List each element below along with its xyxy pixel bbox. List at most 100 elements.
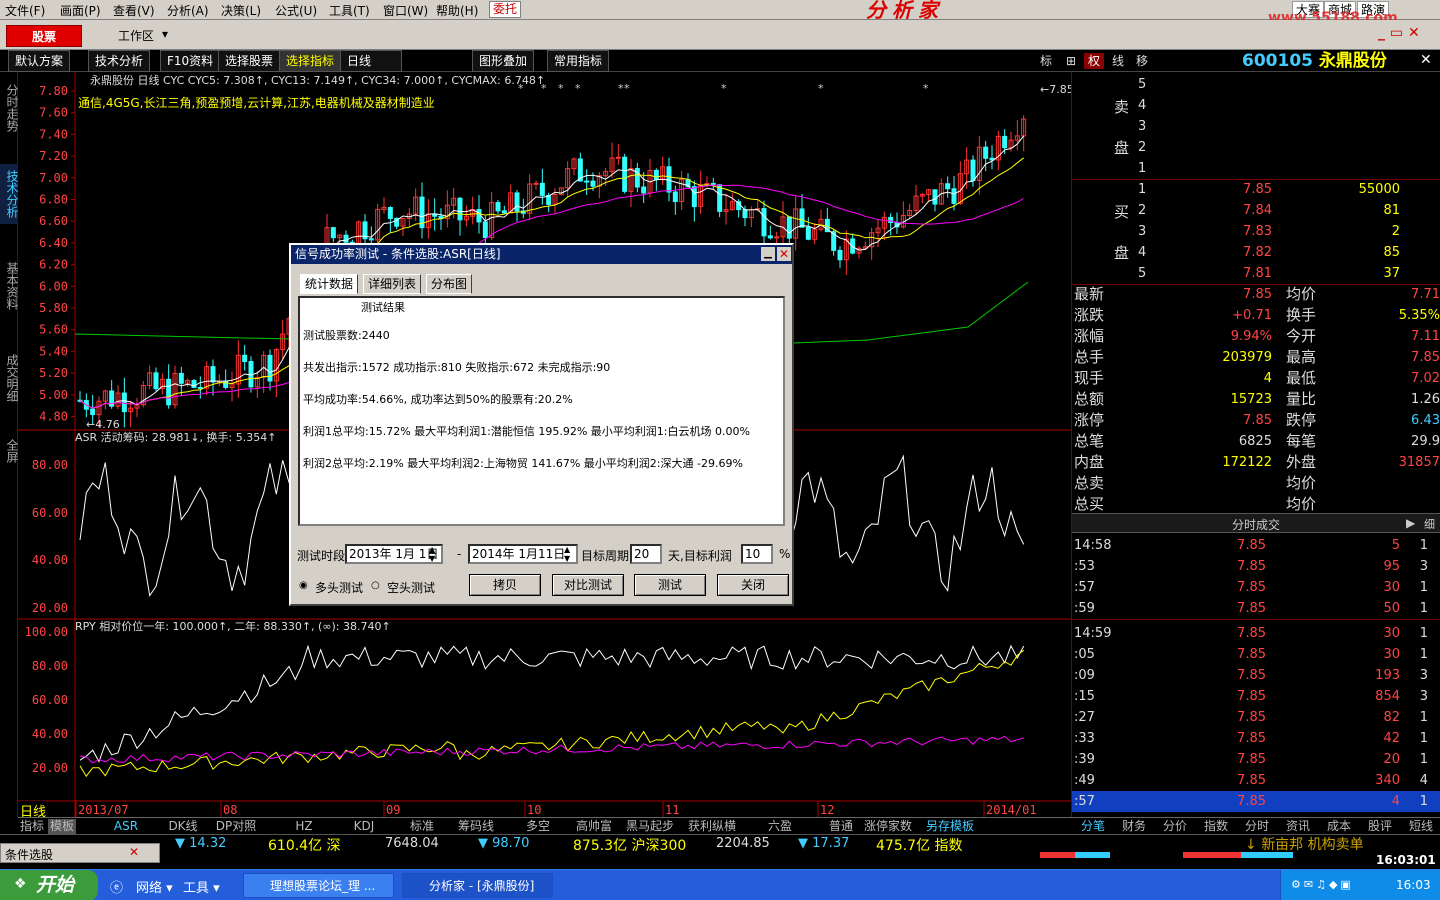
tick-row[interactable]: :15 7.85 854 3 — [1072, 686, 1440, 707]
right-tab[interactable]: 财务 — [1116, 819, 1152, 834]
tick-row[interactable]: :59 7.85 50 1 — [1072, 598, 1440, 619]
tick-row[interactable]: :53 7.85 95 3 — [1072, 556, 1440, 577]
sell-row[interactable]: 3 — [1072, 116, 1440, 137]
news-ticker[interactable]: ↓ 新亩邦 机构卖单 — [1245, 834, 1364, 854]
indicator-tab[interactable]: 筹码线 — [448, 819, 504, 834]
toolbar-select-stock[interactable]: 选择股票 — [218, 50, 281, 72]
window-controls-icon[interactable]: _ ▭ ✕ — [1378, 25, 1434, 45]
indicator-tab[interactable]: 获利纵横 — [684, 819, 740, 834]
right-tab[interactable]: 分时 — [1239, 819, 1275, 834]
toolbar-common-indicator[interactable]: 常用指标 — [547, 50, 610, 72]
close-icon[interactable]: ✕ — [129, 845, 139, 859]
indicator-tab[interactable]: HZ — [276, 819, 332, 834]
tick-row[interactable]: :33 7.85 42 1 — [1072, 728, 1440, 749]
indicator-tab[interactable]: 模板 — [48, 819, 76, 834]
radio-short-label[interactable]: 空头测试 — [387, 579, 435, 596]
right-tab[interactable]: 指数 — [1198, 819, 1234, 834]
result-textarea[interactable]: 测试结果 测试股票数:2440 共发出指示:1572 成功指示:810 失败指示… — [298, 296, 785, 526]
right-tab[interactable]: 股评 — [1362, 819, 1398, 834]
indicator-tab[interactable]: 黑马起步 — [622, 819, 678, 834]
menu-screen[interactable]: 画面(P) — [60, 2, 101, 19]
indicator-tab[interactable]: 六盈 — [752, 819, 808, 834]
menu-window[interactable]: 窗口(W) — [383, 2, 428, 19]
vtab-deals[interactable]: 成交明细 — [0, 348, 19, 408]
ie-icon[interactable]: ⓔ — [110, 877, 123, 896]
quick-tools[interactable]: 工具 ▾ — [183, 877, 220, 896]
tab-detail[interactable]: 详细列表 — [363, 274, 422, 294]
tick-row[interactable]: :09 7.85 193 3 — [1072, 665, 1440, 686]
task-fenxijia[interactable]: 分析家 - [永鼎股份] — [402, 873, 553, 898]
vtab-minute[interactable]: 分时走势 — [0, 78, 19, 138]
right-tab[interactable]: 资讯 — [1280, 819, 1316, 834]
workspace-label[interactable]: 工作区 — [118, 27, 154, 44]
target-profit-input[interactable]: 10 — [741, 544, 773, 564]
quick-network[interactable]: 网络 ▾ — [136, 877, 173, 896]
toolbar-f10[interactable]: F10资料 — [160, 50, 221, 72]
indicator-tab[interactable]: 指标 — [18, 819, 46, 834]
tick-row[interactable]: :27 7.85 82 1 — [1072, 707, 1440, 728]
tick-row[interactable]: 14:58 7.85 5 1 — [1072, 535, 1440, 556]
toolbar-overlay[interactable]: 图形叠加 — [472, 50, 535, 72]
menu-file[interactable]: 文件(F) — [5, 2, 45, 19]
date-to-input[interactable]: 2014年 1月11日 — [468, 544, 578, 564]
copy-button[interactable]: 拷贝 — [469, 574, 541, 596]
right-tab[interactable]: 短线 — [1403, 819, 1439, 834]
vtab-fullscreen[interactable]: 全屏 — [0, 436, 19, 466]
close-icon[interactable]: ✕ — [777, 247, 791, 261]
toolbar-btn-mark[interactable]: 标 — [1036, 53, 1056, 69]
tab-stats[interactable]: 统计数据 — [300, 274, 359, 294]
menu-view[interactable]: 查看(V) — [113, 2, 155, 19]
indicator-tab[interactable]: 另存模板 — [922, 819, 978, 834]
toolbar-btn-rights[interactable]: 权 — [1084, 53, 1105, 69]
menu-decision[interactable]: 决策(L) — [221, 2, 261, 19]
stock-button[interactable]: 股票 — [6, 25, 82, 47]
tick-row[interactable]: :05 7.85 30 1 — [1072, 644, 1440, 665]
menu-formula[interactable]: 公式(U) — [275, 2, 317, 19]
tick-row[interactable]: :39 7.85 20 1 — [1072, 749, 1440, 770]
compare-test-button[interactable]: 对比测试 — [552, 574, 624, 596]
buy-row[interactable]: 5 7.81 37 — [1072, 263, 1440, 284]
indicator-tab[interactable]: KDJ — [336, 819, 392, 834]
menu-analysis[interactable]: 分析(A) — [167, 2, 209, 19]
detail-button[interactable]: 细 — [1424, 516, 1435, 532]
sell-row[interactable]: 5 — [1072, 74, 1440, 95]
target-period-input[interactable]: 20 — [630, 544, 662, 564]
buy-row[interactable]: 3 7.83 2 — [1072, 221, 1440, 242]
play-icon[interactable]: ▶ — [1406, 516, 1415, 530]
tick-row[interactable]: :49 7.85 340 4 — [1072, 770, 1440, 791]
task-forum[interactable]: 理想股票论坛_理 ... — [243, 873, 394, 898]
buy-row[interactable]: 1 7.85 55000 — [1072, 179, 1440, 200]
toolbar-period[interactable]: 日线 — [340, 50, 402, 72]
toolbar-select-indicator[interactable]: 选择指标 — [279, 50, 342, 72]
indicator-tab[interactable]: 高帅富 — [566, 819, 622, 834]
tick-row[interactable]: :57 7.85 4 1 — [1072, 791, 1440, 812]
workspace-dropdown-icon[interactable]: ▾ — [162, 27, 168, 41]
close-icon[interactable]: ✕ — [1420, 52, 1432, 68]
tab-distribution[interactable]: 分布图 — [426, 274, 473, 294]
toolbar-tech-analysis[interactable]: 技术分析 — [88, 50, 151, 72]
test-button[interactable]: 测试 — [634, 574, 706, 596]
tick-row[interactable]: 14:59 7.85 30 1 — [1072, 623, 1440, 644]
tick-row[interactable]: :57 7.85 30 1 — [1072, 577, 1440, 598]
radio-short-icon[interactable]: ○ — [371, 580, 380, 591]
indicator-tab[interactable]: 涨停家数 — [860, 819, 916, 834]
indicator-tab[interactable]: 多空 — [510, 819, 566, 834]
toolbar-btn-grid[interactable]: ⊞ — [1062, 53, 1080, 69]
spinner-icon[interactable]: ▲ ▼ — [564, 545, 570, 563]
right-tab[interactable]: 分笔 — [1075, 819, 1111, 834]
condition-select-bar[interactable]: 条件选股 ✕ — [0, 843, 160, 863]
indicator-tab[interactable]: DP对照 — [208, 819, 264, 834]
right-tab[interactable]: 分价 — [1157, 819, 1193, 834]
entrust-button[interactable]: 委托 — [489, 1, 521, 18]
close-button[interactable]: 关闭 — [717, 574, 789, 596]
indicator-tab[interactable]: ASR — [98, 819, 154, 834]
radio-long-icon[interactable]: ◉ — [299, 580, 308, 591]
toolbar-default-scheme[interactable]: 默认方案 — [8, 50, 71, 72]
minimize-icon[interactable]: ▁ — [761, 247, 775, 261]
toolbar-btn-move[interactable]: 移 — [1132, 53, 1152, 69]
tray-icons[interactable]: ⚙✉♫◆▣ — [1291, 878, 1354, 891]
radio-long-label[interactable]: 多头测试 — [315, 579, 363, 596]
menu-tools[interactable]: 工具(T) — [329, 2, 370, 19]
right-tab[interactable]: 成本 — [1321, 819, 1357, 834]
menu-help[interactable]: 帮助(H) — [436, 2, 478, 19]
